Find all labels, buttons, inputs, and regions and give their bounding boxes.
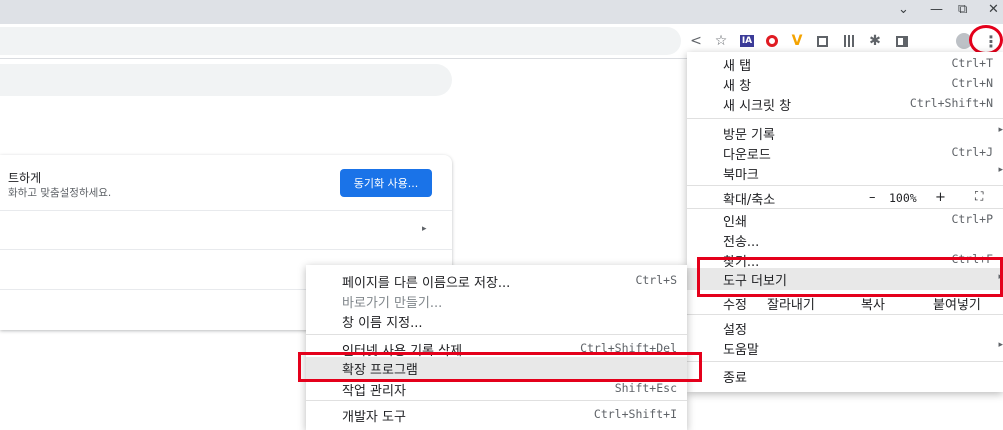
sync-subtitle: 화하고 맞춤설정하세요. [8,187,112,199]
menu-label: 페이지를 다른 이름으로 저장... [342,276,511,291]
menu-shortcut: Ctrl+F [951,252,993,266]
menu-item-more-tools[interactable]: 도구 더보기 ▸ [687,268,1003,290]
address-bar[interactable] [0,27,681,55]
menu-separator [687,314,1003,315]
tab-search-icon[interactable]: ⌄ [898,2,909,17]
ia-extension-icon[interactable]: IA [737,31,757,51]
menu-label: 확대/축소 [723,193,776,208]
search-box[interactable] [0,64,452,96]
menu-label: 도구 더보기 [723,274,787,289]
menu-label: 방문 기록 [723,128,775,143]
divider [0,249,452,250]
sidepanel-icon[interactable] [892,31,912,51]
v-extension-icon[interactable]: V [787,31,807,51]
chevron-right-icon: ▸ [998,165,1003,175]
ia-label: IA [739,35,755,47]
menu-item-find[interactable]: 찾기... Ctrl+F [687,250,1003,270]
submenu-item-create-shortcut[interactable]: 바로가기 만들기... [306,291,687,311]
menu-label: 전송... [723,235,760,250]
more-tools-submenu: 페이지를 다른 이름으로 저장... Ctrl+S 바로가기 만들기... 창 … [306,265,687,430]
menu-label: 새 창 [723,79,752,94]
menu-item-cast[interactable]: 전송... [687,230,1003,250]
submenu-item-task-manager[interactable]: 작업 관리자 Shift+Esc [306,379,687,399]
sync-button[interactable]: 동기화 사용... [340,169,432,197]
copy-extension-icon[interactable] [812,31,832,51]
menu-item-history[interactable]: 방문 기록 ▸ [687,123,1003,143]
close-icon[interactable]: ✕ [988,2,999,17]
menu-label: 바로가기 만들기... [342,296,443,311]
menu-shortcut: Shift+Esc [614,381,677,395]
menu-label: 새 탭 [723,59,752,74]
menu-shortcut: Ctrl+J [951,145,993,159]
menu-label: 새 시크릿 창 [723,99,792,114]
zoom-level: 100% [889,191,917,205]
sync-title: 트하게 [8,171,42,185]
menu-item-settings[interactable]: 설정 [687,318,1003,338]
menu-shortcut: Ctrl+T [951,56,993,70]
title-bar: ⌄ — ⧉ ✕ [0,0,1003,24]
menu-separator [687,185,1003,186]
chevron-right-icon: ▸ [998,125,1003,135]
submenu-item-save-as[interactable]: 페이지를 다른 이름으로 저장... Ctrl+S [306,271,687,291]
chrome-main-menu: 새 탭 Ctrl+T 새 창 Ctrl+N 새 시크릿 창 Ctrl+Shift… [687,52,1003,392]
zoom-in-button[interactable]: + [935,190,946,205]
menu-shortcut: Ctrl+Shift+N [909,96,993,110]
menu-item-help[interactable]: 도움말 ▸ [687,338,1003,358]
menu-label: 창 이름 지정... [342,316,423,331]
menu-label: 수정 [723,298,747,313]
share-icon[interactable]: < [686,31,706,51]
menu-label: 북마크 [723,168,759,183]
menu-shortcut: Ctrl+N [951,76,993,90]
menu-label: 도움말 [723,343,759,358]
menu-shortcut: Ctrl+P [951,212,993,226]
divider [0,210,452,211]
restore-icon[interactable]: ⧉ [958,2,967,17]
menu-separator [687,361,1003,362]
submenu-item-extensions[interactable]: 확장 프로그램 [306,357,687,379]
menu-item-print[interactable]: 인쇄 Ctrl+P [687,210,1003,230]
copy-button[interactable]: 복사 [861,294,885,313]
kebab-highlight-circle [969,25,1003,55]
menu-separator [687,118,1003,119]
menu-item-new-window[interactable]: 새 창 Ctrl+N [687,74,1003,94]
menu-separator [306,400,687,401]
paste-button[interactable]: 붙여넣기 [933,294,981,313]
menu-label: 확장 프로그램 [342,363,418,378]
qr-extension-icon[interactable] [840,31,860,51]
menu-shortcut: Ctrl+Shift+I [593,407,677,421]
puzzle-extension-icon[interactable]: ✱ [865,31,885,51]
fullscreen-icon[interactable]: ⛶ [975,189,983,204]
menu-shortcut: Ctrl+Shift+Del [580,341,677,355]
menu-item-new-tab[interactable]: 새 탭 Ctrl+T [687,54,1003,74]
submenu-item-name-window[interactable]: 창 이름 지정... [306,311,687,331]
chevron-right-icon: ▸ [998,272,1003,282]
star-icon[interactable]: ☆ [711,31,731,51]
menu-label: 작업 관리자 [342,384,406,399]
submenu-item-dev-tools[interactable]: 개발자 도구 Ctrl+Shift+I [306,405,687,425]
chevron-right-icon: ▸ [998,340,1003,350]
menu-item-exit[interactable]: 종료 [687,366,1003,386]
menu-item-bookmarks[interactable]: 북마크 ▸ [687,163,1003,183]
menu-label: 설정 [723,323,747,338]
menu-label: 인쇄 [723,215,747,230]
cut-button[interactable]: 잘라내기 [767,294,815,313]
zoom-out-button[interactable]: – [869,190,876,205]
menu-label: 종료 [723,371,747,386]
submenu-item-clear-data[interactable]: 인터넷 사용 기록 삭제... Ctrl+Shift+Del [306,339,687,359]
menu-shortcut: Ctrl+S [635,273,677,287]
minimize-icon[interactable]: — [930,2,943,17]
opera-extension-icon[interactable] [762,31,782,51]
menu-label: 다운로드 [723,148,771,163]
menu-label: 개발자 도구 [342,410,406,425]
menu-item-edit: 수정 잘라내기 복사 붙여넣기 [687,293,1003,313]
menu-item-zoom: 확대/축소 – 100% + ⛶ [687,188,1003,208]
menu-separator [687,208,1003,209]
menu-item-downloads[interactable]: 다운로드 Ctrl+J [687,143,1003,163]
menu-item-incognito[interactable]: 새 시크릿 창 Ctrl+Shift+N [687,94,1003,114]
chevron-right-icon[interactable]: ▸ [422,224,427,234]
menu-separator [306,334,687,335]
